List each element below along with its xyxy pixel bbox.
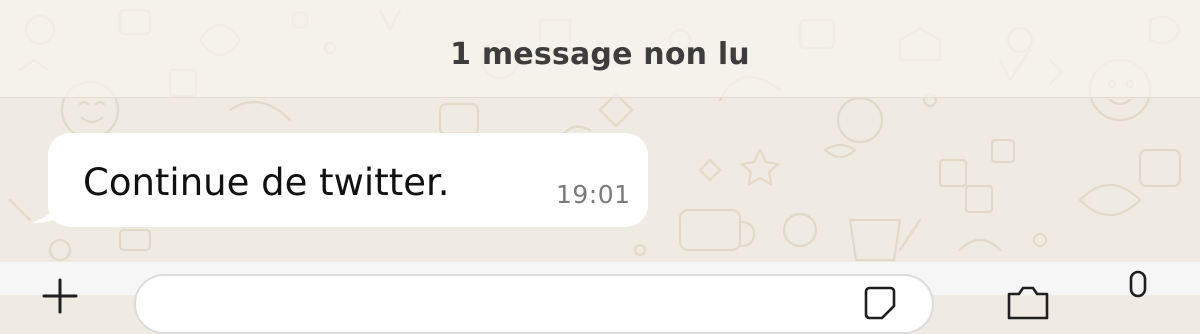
camera-icon[interactable]: [1005, 282, 1051, 322]
plus-icon[interactable]: [40, 276, 80, 316]
sticker-icon[interactable]: [860, 284, 900, 324]
unread-messages-banner: 1 message non lu: [0, 0, 1200, 98]
microphone-icon[interactable]: [1120, 270, 1156, 310]
message-composer-bar: [0, 262, 1200, 334]
message-timestamp: 19:01: [556, 180, 631, 209]
incoming-message-bubble[interactable]: Continue de twitter. 19:01: [28, 133, 648, 233]
message-input[interactable]: [134, 274, 934, 334]
unread-banner-label: 1 message non lu: [450, 37, 750, 72]
message-text: Continue de twitter.: [83, 161, 450, 204]
